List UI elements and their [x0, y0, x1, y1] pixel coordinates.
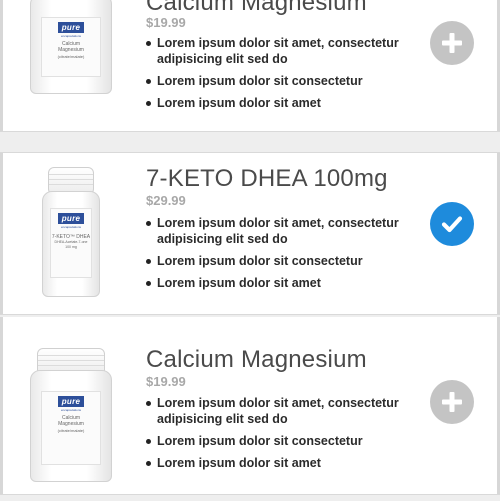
product-title: Calcium Magnesium [146, 346, 367, 373]
product-image: pure encapsulations Calcium Magnesium (c… [30, 0, 112, 94]
bottle-brand-sub: encapsulations [60, 225, 81, 229]
product-image: pure encapsulations Calcium Magnesium (c… [30, 348, 112, 482]
card-border-left [0, 153, 3, 314]
product-list: pure encapsulations Calcium Magnesium (c… [0, 0, 500, 501]
bottle-label-line: 100 mg [65, 244, 77, 249]
add-product-button[interactable] [430, 21, 474, 65]
feature-item: Lorem ipsum dolor sit amet [146, 275, 416, 291]
product-title: 7-KETO DHEA 100mg [146, 165, 388, 192]
feature-item: Lorem ipsum dolor sit consectetur [146, 433, 416, 449]
check-icon [441, 216, 463, 233]
card-border-left [0, 0, 3, 131]
feature-list: Lorem ipsum dolor sit amet, consectetur … [146, 215, 416, 297]
bottle-brand: pure [57, 22, 85, 33]
feature-list: Lorem ipsum dolor sit amet, consectetur … [146, 395, 416, 477]
product-price: $29.99 [146, 193, 186, 208]
product-price: $19.99 [146, 15, 186, 30]
bottle-label-line: (citrate/malate) [57, 53, 85, 59]
bottle-brand: pure [57, 396, 85, 407]
product-image: pure encapsulations 7-KETO™ DHEA DHEA-Ac… [42, 167, 100, 297]
card-border-left [0, 317, 3, 494]
feature-item: Lorem ipsum dolor sit amet [146, 95, 416, 111]
product-price: $19.99 [146, 374, 186, 389]
feature-item: Lorem ipsum dolor sit amet [146, 455, 416, 471]
plus-icon [442, 33, 462, 53]
bottle-brand: pure [57, 213, 85, 224]
feature-item: Lorem ipsum dolor sit consectetur [146, 253, 416, 269]
feature-list: Lorem ipsum dolor sit amet, consectetur … [146, 35, 416, 117]
product-card-1[interactable]: pure encapsulations 7-KETO™ DHEA DHEA-Ac… [0, 153, 500, 314]
bottle-label-line: (citrate/malate) [57, 427, 85, 433]
product-card-2[interactable]: pure encapsulations Calcium Magnesium (c… [0, 317, 500, 494]
feature-item: Lorem ipsum dolor sit amet, consectetur … [146, 395, 416, 427]
product-card-0[interactable]: pure encapsulations Calcium Magnesium (c… [0, 0, 500, 131]
selected-product-button[interactable] [430, 202, 474, 246]
feature-item: Lorem ipsum dolor sit consectetur [146, 73, 416, 89]
bottle-brand-sub: encapsulations [60, 34, 81, 38]
feature-item: Lorem ipsum dolor sit amet, consectetur … [146, 35, 416, 67]
card-separator [0, 131, 500, 153]
add-product-button[interactable] [430, 380, 474, 424]
feature-item: Lorem ipsum dolor sit amet, consectetur … [146, 215, 416, 247]
bottle-brand-sub: encapsulations [60, 408, 81, 412]
plus-icon [442, 392, 462, 412]
